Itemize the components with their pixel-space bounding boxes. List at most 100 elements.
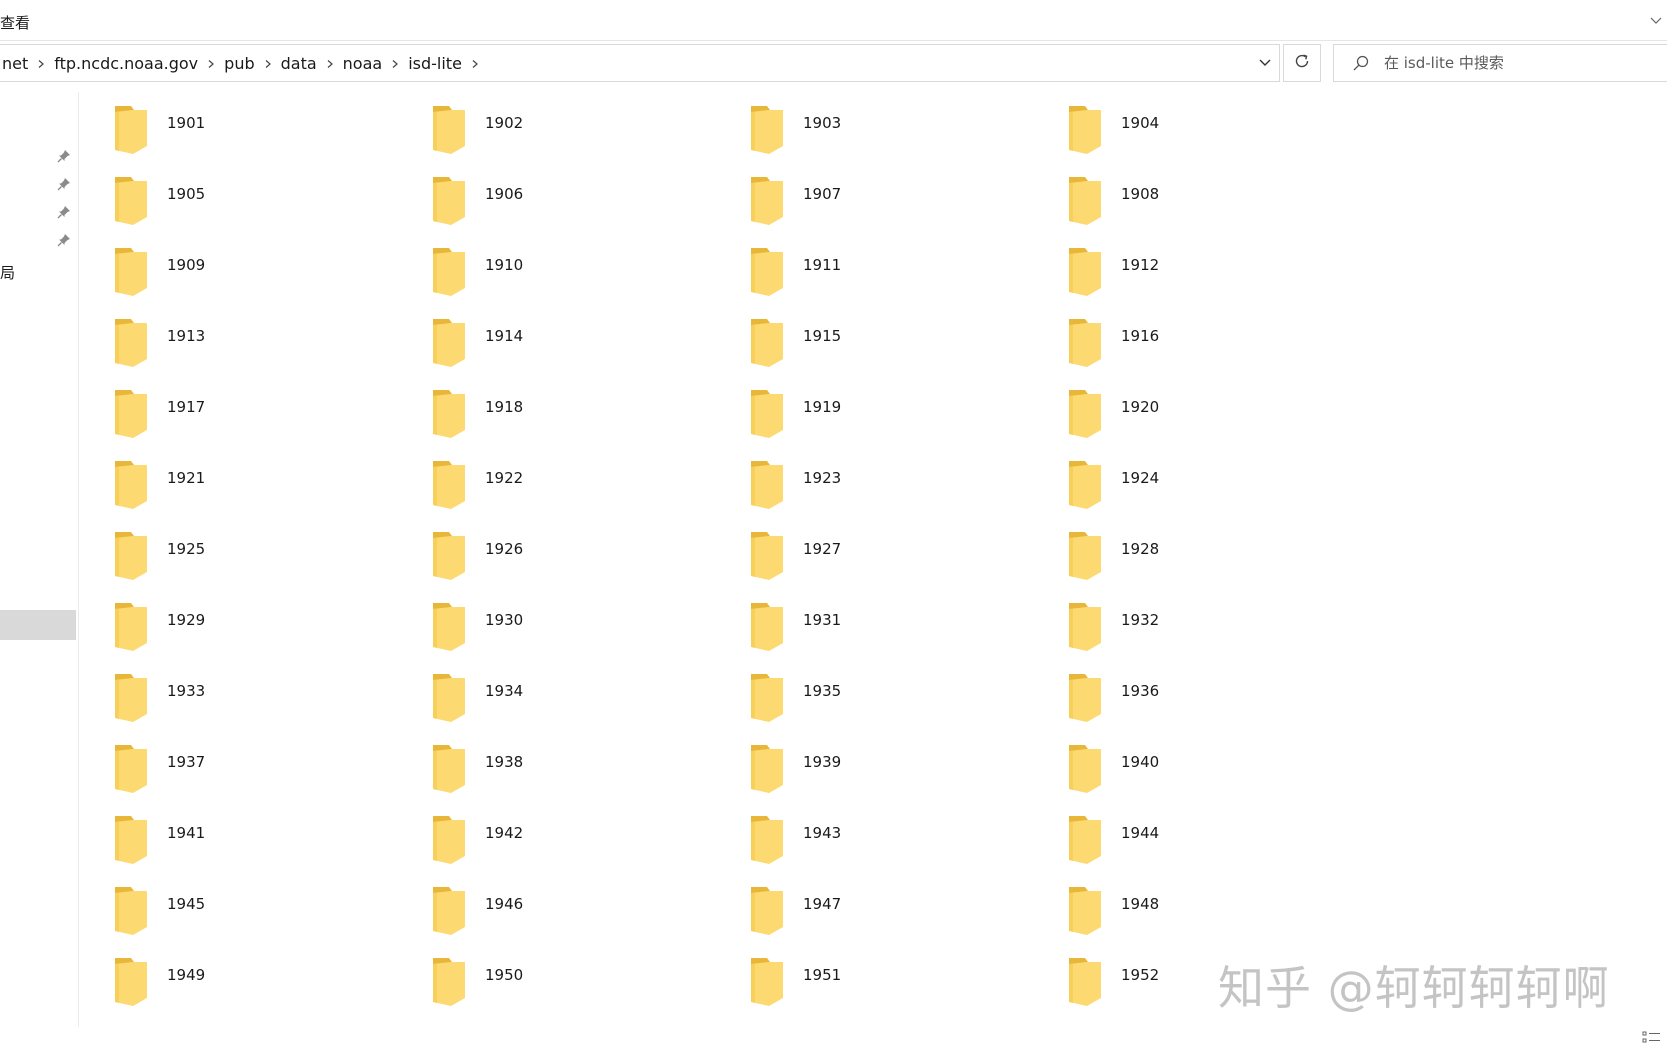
folder-icon <box>1065 175 1105 227</box>
folder-item[interactable]: 1924 <box>1065 459 1383 530</box>
folder-item[interactable]: 1901 <box>111 104 429 175</box>
folder-item[interactable]: 1925 <box>111 530 429 601</box>
folder-item[interactable]: 1948 <box>1065 885 1383 956</box>
folder-name: 1901 <box>167 114 206 132</box>
chevron-right-icon[interactable] <box>464 54 486 73</box>
folder-item[interactable]: 1907 <box>747 175 1065 246</box>
folder-item[interactable]: 1926 <box>429 530 747 601</box>
folder-item[interactable]: 1941 <box>111 814 429 885</box>
folder-item[interactable]: 1951 <box>747 956 1065 1027</box>
folder-item[interactable]: 1944 <box>1065 814 1383 885</box>
nav-item-selected[interactable] <box>0 610 76 640</box>
chevron-right-icon[interactable] <box>200 54 222 73</box>
folder-item[interactable]: 1947 <box>747 885 1065 956</box>
folder-name: 1925 <box>167 540 206 558</box>
folder-item[interactable]: 1911 <box>747 246 1065 317</box>
refresh-button[interactable] <box>1283 44 1321 82</box>
folder-item[interactable]: 1943 <box>747 814 1065 885</box>
folder-item[interactable]: 1913 <box>111 317 429 388</box>
ribbon-expand-icon[interactable] <box>1649 12 1663 26</box>
ribbon-tab-view[interactable]: 查看 <box>0 12 30 33</box>
folder-item[interactable]: 1915 <box>747 317 1065 388</box>
folder-icon <box>1065 743 1105 795</box>
folder-item[interactable]: 1905 <box>111 175 429 246</box>
folder-item[interactable]: 1903 <box>747 104 1065 175</box>
folder-item[interactable]: 1921 <box>111 459 429 530</box>
folder-item[interactable]: 1904 <box>1065 104 1383 175</box>
folder-item[interactable]: 1902 <box>429 104 747 175</box>
folder-item[interactable]: 1937 <box>111 743 429 814</box>
folder-name: 1913 <box>167 327 206 345</box>
folder-name: 1940 <box>1121 753 1160 771</box>
folder-item[interactable]: 1919 <box>747 388 1065 459</box>
folder-item[interactable]: 1923 <box>747 459 1065 530</box>
chevron-right-icon[interactable] <box>319 54 341 73</box>
folder-item[interactable]: 1945 <box>111 885 429 956</box>
folder-item[interactable]: 1909 <box>111 246 429 317</box>
breadcrumb-item[interactable]: net <box>0 54 30 73</box>
folder-name: 1920 <box>1121 398 1160 416</box>
pin-icon[interactable] <box>56 148 72 164</box>
folder-item[interactable]: 1927 <box>747 530 1065 601</box>
folder-item[interactable]: 1931 <box>747 601 1065 672</box>
pin-icon[interactable] <box>56 176 72 192</box>
details-view-icon[interactable] <box>1642 1030 1662 1046</box>
folder-item[interactable]: 1949 <box>111 956 429 1027</box>
chevron-right-icon[interactable] <box>30 54 52 73</box>
folder-name: 1947 <box>803 895 842 913</box>
folder-item[interactable]: 1920 <box>1065 388 1383 459</box>
breadcrumb-item[interactable]: pub <box>222 54 256 73</box>
folder-item[interactable]: 1906 <box>429 175 747 246</box>
search-input[interactable] <box>1382 53 1656 73</box>
folder-item[interactable]: 1936 <box>1065 672 1383 743</box>
breadcrumb-item[interactable]: noaa <box>341 54 385 73</box>
folder-name: 1945 <box>167 895 206 913</box>
folder-item[interactable]: 1934 <box>429 672 747 743</box>
folder-item[interactable]: 1935 <box>747 672 1065 743</box>
address-bar[interactable]: net ftp.ncdc.noaa.gov pub data noaa isd-lite <box>0 44 1280 82</box>
search-box[interactable] <box>1333 44 1667 82</box>
folder-item[interactable]: 1908 <box>1065 175 1383 246</box>
folder-item[interactable]: 1910 <box>429 246 747 317</box>
folder-item[interactable]: 1933 <box>111 672 429 743</box>
breadcrumb-item[interactable]: data <box>279 54 319 73</box>
folder-item[interactable]: 1922 <box>429 459 747 530</box>
folder-item[interactable]: 1950 <box>429 956 747 1027</box>
folder-item[interactable]: 1946 <box>429 885 747 956</box>
folder-name: 1923 <box>803 469 842 487</box>
folder-name: 1938 <box>485 753 524 771</box>
folder-name: 1937 <box>167 753 206 771</box>
folder-name: 1924 <box>1121 469 1160 487</box>
breadcrumb-item[interactable]: ftp.ncdc.noaa.gov <box>52 54 200 73</box>
folder-name: 1936 <box>1121 682 1160 700</box>
folder-item[interactable]: 1942 <box>429 814 747 885</box>
folder-item[interactable]: 1928 <box>1065 530 1383 601</box>
chevron-right-icon[interactable] <box>384 54 406 73</box>
folder-item[interactable]: 1930 <box>429 601 747 672</box>
folder-item[interactable]: 1917 <box>111 388 429 459</box>
folder-icon <box>1065 530 1105 582</box>
folder-name: 1919 <box>803 398 842 416</box>
folder-item[interactable]: 1938 <box>429 743 747 814</box>
folder-item[interactable]: 1918 <box>429 388 747 459</box>
pin-icon[interactable] <box>56 232 72 248</box>
folder-item[interactable]: 1916 <box>1065 317 1383 388</box>
folder-icon <box>429 317 469 369</box>
folder-item[interactable]: 1912 <box>1065 246 1383 317</box>
folder-icon <box>429 956 469 1008</box>
folder-item[interactable]: 1939 <box>747 743 1065 814</box>
folder-name: 1904 <box>1121 114 1160 132</box>
breadcrumb-item[interactable]: isd-lite <box>406 54 464 73</box>
pin-icon[interactable] <box>56 204 72 220</box>
folder-name: 1905 <box>167 185 206 203</box>
folder-item[interactable]: 1929 <box>111 601 429 672</box>
folder-item[interactable]: 1914 <box>429 317 747 388</box>
address-history-dropdown[interactable] <box>1250 45 1280 81</box>
folder-icon <box>747 672 787 724</box>
folder-item[interactable]: 1932 <box>1065 601 1383 672</box>
chevron-right-icon[interactable] <box>257 54 279 73</box>
folder-name: 1941 <box>167 824 206 842</box>
nav-item-label[interactable]: 局 <box>0 262 15 283</box>
folder-item[interactable]: 1940 <box>1065 743 1383 814</box>
folder-icon <box>111 885 151 937</box>
